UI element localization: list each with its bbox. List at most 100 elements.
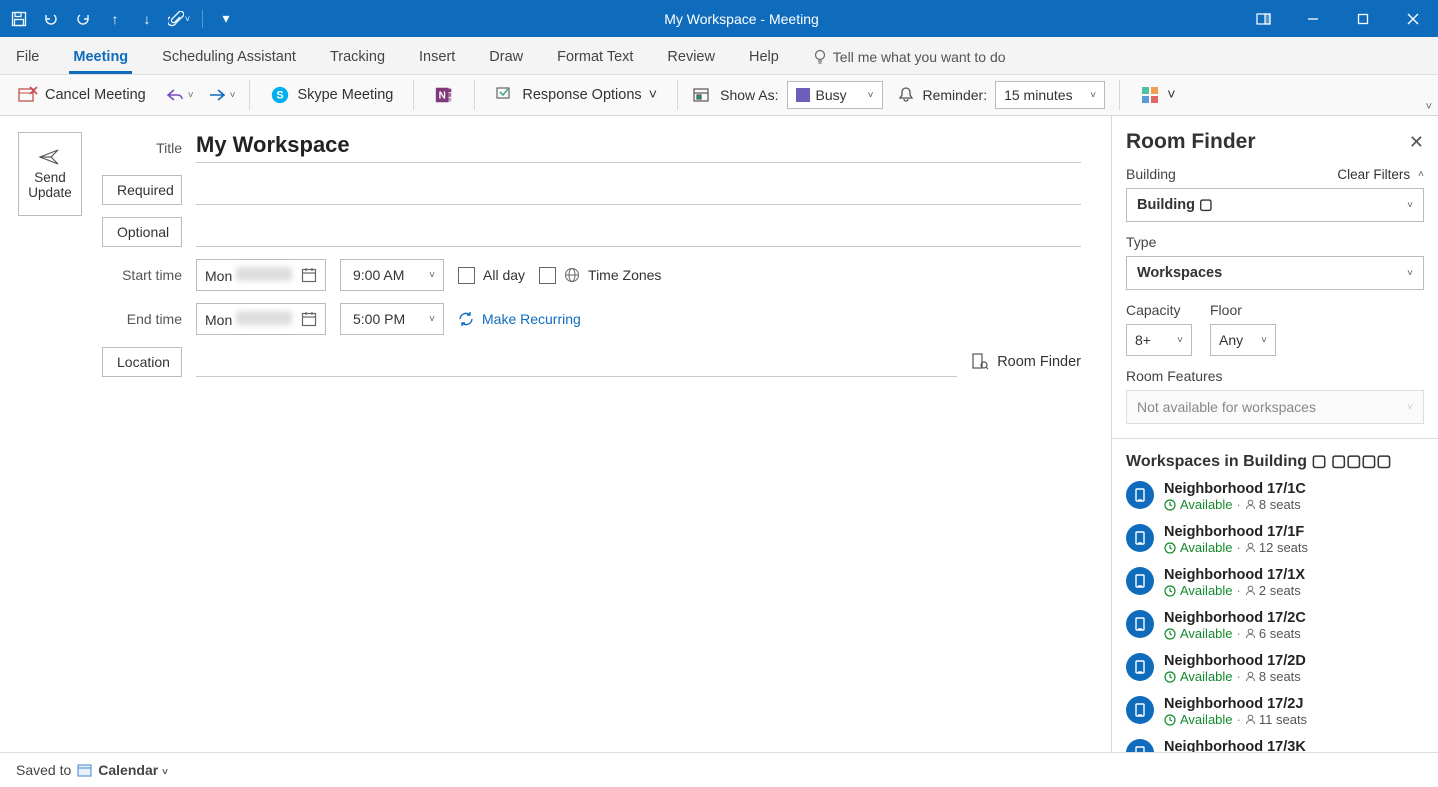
floor-dropdown[interactable]: Any˅ [1210,324,1276,356]
title-input[interactable]: My Workspace [196,132,1081,163]
clock-icon [1164,628,1176,640]
workspace-item[interactable]: Neighborhood 17/1FAvailable· 12 seats [1126,524,1424,555]
window-title: My Workspace - Meeting [239,11,1244,27]
show-as-dropdown[interactable]: Busy ˅ [787,81,883,109]
person-icon [1245,628,1256,639]
categorize-button[interactable]: ˅ [1134,81,1181,109]
attach-icon[interactable]: ˅ [166,6,192,32]
reply-dropdown[interactable]: ˅ [166,88,194,102]
timezones-checkbox[interactable]: Time Zones [539,267,661,284]
response-options-button[interactable]: Response Options ˅ [489,81,663,109]
person-icon [1245,499,1256,510]
workspace-item[interactable]: Neighborhood 17/3K [1126,739,1424,752]
maximize-icon[interactable] [1344,5,1382,33]
saved-to-label: Saved to [16,762,71,778]
features-label: Room Features [1126,368,1424,384]
close-icon[interactable] [1394,5,1432,33]
tab-insert[interactable]: Insert [415,41,459,74]
workspace-icon [1126,524,1154,552]
clock-icon [1164,585,1176,597]
calendar-small-icon [77,763,92,777]
busy-color-icon [796,88,810,102]
clock-icon [1164,499,1176,511]
categorize-icon [1140,85,1160,105]
optional-input[interactable] [196,217,1081,247]
workspace-icon [1126,567,1154,595]
up-arrow-icon[interactable]: ↑ [102,6,128,32]
start-time-dropdown[interactable]: 9:00 AM˅ [340,259,444,291]
skype-meeting-button[interactable]: S Skype Meeting [264,81,399,109]
tab-help[interactable]: Help [745,41,783,74]
redo-icon[interactable] [70,6,96,32]
end-date-picker[interactable]: Mon [196,303,326,335]
workspace-icon [1126,696,1154,724]
workspace-item[interactable]: Neighborhood 17/2DAvailable· 8 seats [1126,653,1424,684]
room-finder-icon [971,353,989,371]
capacity-label: Capacity [1126,302,1192,318]
location-input[interactable] [196,347,957,377]
tab-meeting[interactable]: Meeting [69,41,132,74]
workspace-list-heading: Workspaces in Building ▢ ▢▢▢▢ [1126,451,1424,471]
capacity-dropdown[interactable]: 8+˅ [1126,324,1192,356]
workspace-item[interactable]: Neighborhood 17/2JAvailable· 11 seats [1126,696,1424,727]
meeting-form: Send Update Title My Workspace Required … [0,116,1112,752]
skype-icon: S [270,85,290,105]
forward-dropdown[interactable]: ˅ [208,88,236,102]
onenote-button[interactable]: N [428,81,460,109]
building-label: Building [1126,166,1176,182]
person-icon [1245,714,1256,725]
end-time-dropdown[interactable]: 5:00 PM˅ [340,303,444,335]
cancel-meeting-button[interactable]: Cancel Meeting [12,81,152,109]
reply-icon [166,88,184,102]
workspace-icon [1126,739,1154,752]
close-panel-icon[interactable]: ✕ [1409,132,1424,153]
response-options-icon [495,85,515,105]
allday-checkbox[interactable]: All day [458,267,525,284]
workspace-item[interactable]: Neighborhood 17/1XAvailable· 2 seats [1126,567,1424,598]
tab-review[interactable]: Review [663,41,719,74]
clock-icon [1164,671,1176,683]
tab-scheduling[interactable]: Scheduling Assistant [158,41,300,74]
person-icon [1245,585,1256,596]
make-recurring-link[interactable]: Make Recurring [458,311,581,327]
reminder-label: Reminder: [923,87,988,103]
customize-qat-icon[interactable]: ▾ [213,6,239,32]
tab-format[interactable]: Format Text [553,41,637,74]
show-as-icon [692,86,712,104]
send-icon [38,148,62,166]
workspace-item[interactable]: Neighborhood 17/1CAvailable· 8 seats [1126,481,1424,512]
room-finder-button[interactable]: Room Finder [971,353,1081,371]
room-finder-panel: Room Finder✕ Building Clear Filters ˄ Bu… [1112,116,1438,752]
clear-filters-link[interactable]: Clear Filters [1337,167,1410,182]
tell-me-search[interactable]: Tell me what you want to do [809,41,1010,74]
features-dropdown: Not available for workspaces˅ [1126,390,1424,424]
workspace-item[interactable]: Neighborhood 17/2CAvailable· 6 seats [1126,610,1424,641]
ribbon-display-icon[interactable] [1244,5,1282,33]
save-icon[interactable] [6,6,32,32]
workspace-icon [1126,610,1154,638]
start-date-picker[interactable]: Mon [196,259,326,291]
ribbon-toolbar: Cancel Meeting ˅ ˅ S Skype Meeting N Res… [0,75,1438,116]
send-update-button[interactable]: Send Update [18,132,82,216]
required-input[interactable] [196,175,1081,205]
tab-draw[interactable]: Draw [485,41,527,74]
building-dropdown[interactable]: Building ▢˅ [1126,188,1424,222]
onenote-icon: N [434,85,454,105]
calendar-icon [301,311,317,327]
type-dropdown[interactable]: Workspaces˅ [1126,256,1424,290]
undo-icon[interactable] [38,6,64,32]
optional-button[interactable]: Optional [102,217,182,247]
collapse-ribbon-icon[interactable]: ˅ [1426,101,1432,113]
calendar-icon [301,267,317,283]
reminder-group: Reminder: 15 minutes ˅ [897,81,1106,109]
tab-tracking[interactable]: Tracking [326,41,389,74]
chevron-up-icon[interactable]: ˄ [1418,169,1424,180]
minimize-icon[interactable] [1294,5,1332,33]
down-arrow-icon[interactable]: ↓ [134,6,160,32]
calendar-folder-link[interactable]: Calendar ˅ [98,762,168,778]
required-button[interactable]: Required [102,175,182,205]
reminder-dropdown[interactable]: 15 minutes ˅ [995,81,1105,109]
end-time-label: End time [102,311,182,327]
tab-file[interactable]: File [12,41,43,74]
location-button[interactable]: Location [102,347,182,377]
